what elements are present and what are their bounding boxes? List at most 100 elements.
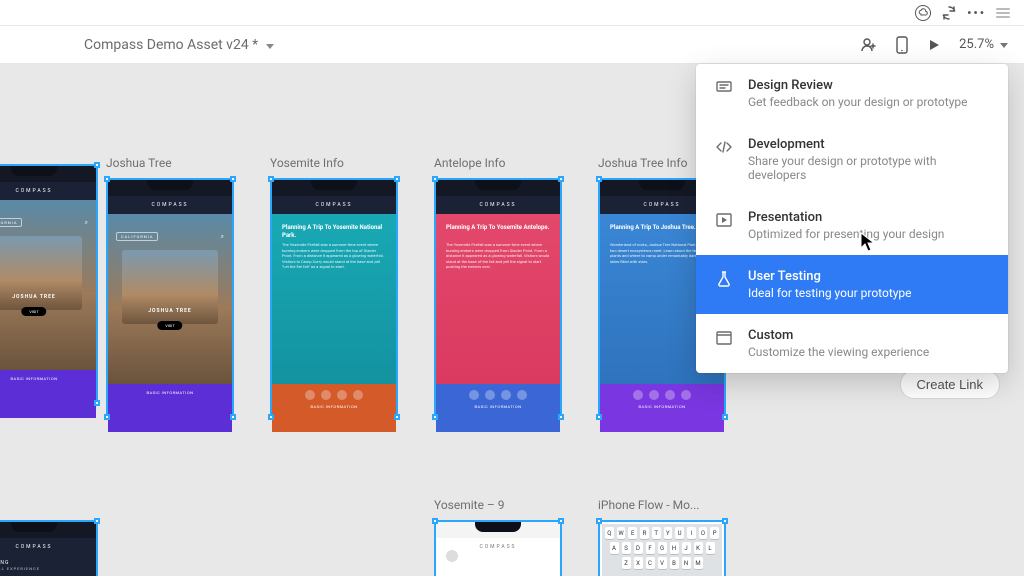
share-option-custom[interactable]: Custom Customize the viewing experience — [696, 314, 1008, 373]
mini-brand: COMPASS — [0, 538, 96, 556]
keyboard-key: N — [682, 557, 691, 569]
artboard[interactable]: Yosemite Info COMPASS Planning A Trip To… — [270, 156, 398, 418]
hero-blurb: The Yosemite Firefall was a summer-time … — [446, 242, 550, 270]
system-menubar: ••• — [0, 0, 1024, 26]
keyboard-key: T — [652, 527, 661, 539]
hero-blurb: The Yosemite Firefall was a summer-time … — [282, 242, 386, 270]
action-label: BASIC INFORMATION — [311, 404, 358, 409]
visit-button: VISIT — [21, 307, 46, 316]
keyboard-key: A — [610, 542, 619, 554]
create-link-button[interactable]: Create Link — [900, 370, 1000, 399]
comment-icon — [714, 78, 734, 98]
artboard[interactable]: Yosemite – 9 COMPASS — [434, 498, 562, 576]
artboard-label[interactable]: Joshua Tree — [106, 156, 234, 170]
card-title: JOSHUA TREE — [148, 308, 192, 314]
keyboard-key: O — [699, 527, 708, 539]
artboard-frame[interactable]: COMPASS CAMPINGFIREFALL EXPERIENCE — [0, 520, 98, 576]
keyboard-key: X — [634, 557, 643, 569]
zoom-value: 25.7% — [959, 37, 994, 52]
flask-icon — [714, 269, 734, 289]
share-option-title: Development — [748, 137, 990, 152]
hero-title: Planning A Trip To Yosemite Antelope. — [446, 224, 550, 232]
camping-label: CAMPINGFIREFALL EXPERIENCE — [0, 556, 96, 576]
action-label: BASIC INFORMATION — [11, 376, 58, 381]
create-link-label: Create Link — [917, 377, 983, 392]
share-option-presentation[interactable]: Presentation Optimized for presenting yo… — [696, 196, 1008, 255]
artboard-frame[interactable]: COMPASS Planning A Trip To Yosemite Ante… — [434, 178, 562, 418]
share-option-title: Design Review — [748, 78, 967, 93]
keyboard-key: B — [670, 557, 679, 569]
share-option-title: Custom — [748, 328, 929, 343]
artboard-frame[interactable]: COMPASS CALIFORNIA⌕ JOSHUA TREE VISIT BA… — [0, 164, 98, 404]
artboard-frame[interactable]: COMPASS — [434, 520, 562, 576]
artboard-label[interactable]: Yosemite – 9 — [434, 498, 562, 512]
keyboard-key: K — [694, 542, 703, 554]
keyboard-key: L — [706, 542, 715, 554]
share-option-subtitle: Share your design or prototype with deve… — [748, 154, 990, 182]
keyboard-key: R — [640, 527, 649, 539]
play-icon[interactable] — [927, 38, 941, 52]
keyboard-key: U — [675, 527, 684, 539]
artboard-label[interactable]: Bam! — [0, 498, 70, 512]
keyboard-key: D — [634, 542, 643, 554]
keyboard-key: E — [628, 527, 637, 539]
artboard[interactable]: COMPASS CALIFORNIA⌕ JOSHUA TREE VISIT BA… — [0, 156, 70, 418]
mini-brand: COMPASS — [108, 196, 232, 214]
artboard-row: COMPASS CALIFORNIA⌕ JOSHUA TREE VISIT BA… — [0, 156, 726, 418]
cursor-icon — [860, 232, 876, 252]
creative-cloud-icon[interactable] — [915, 5, 931, 21]
share-option-title: User Testing — [748, 269, 912, 284]
zoom-level[interactable]: 25.7% — [959, 37, 1008, 52]
code-icon — [714, 137, 734, 157]
chip: CALIFORNIA — [116, 232, 158, 241]
card-title: JOSHUA TREE — [12, 294, 56, 300]
artboard[interactable]: Antelope Info COMPASS Planning A Trip To… — [434, 156, 562, 418]
share-option-design-review[interactable]: Design Review Get feedback on your desig… — [696, 64, 1008, 123]
add-user-icon[interactable] — [859, 36, 877, 54]
action-label: BASIC INFORMATION — [639, 404, 686, 409]
keyboard-key: J — [682, 542, 691, 554]
action-label: BASIC INFORMATION — [475, 404, 522, 409]
mini-keyboard: QWERTYUIOP ASDFGHJKL ZXCVBNM — [602, 524, 722, 576]
artboard-frame[interactable]: QWERTYUIOP ASDFGHJKL ZXCVBNM — [598, 520, 726, 576]
share-option-user-testing[interactable]: User Testing Ideal for testing your prot… — [696, 255, 1008, 314]
artboard-label[interactable]: Yosemite Info — [270, 156, 398, 170]
document-title[interactable]: Compass Demo Asset v24 * — [84, 37, 274, 53]
keyboard-key: H — [670, 542, 679, 554]
share-option-title: Presentation — [748, 210, 944, 225]
keyboard-key: W — [617, 527, 626, 539]
more-icon[interactable]: ••• — [967, 6, 986, 20]
chevron-down-icon — [264, 37, 274, 53]
mini-brand: COMPASS — [272, 196, 396, 214]
artboard-label[interactable]: iPhone Flow - Mo... — [598, 498, 726, 512]
share-option-development[interactable]: Development Share your design or prototy… — [696, 123, 1008, 196]
keyboard-key: F — [646, 542, 655, 554]
chevron-down-icon — [1000, 37, 1008, 52]
artboard[interactable]: Joshua Tree COMPASS CALIFORNIA⌕ JOSHUA T… — [106, 156, 234, 418]
document-title-text: Compass Demo Asset v24 * — [84, 37, 258, 53]
list-icon[interactable] — [996, 8, 1010, 18]
play-box-icon — [714, 210, 734, 230]
keyboard-key: G — [658, 542, 667, 554]
keyboard-key: Z — [622, 557, 631, 569]
sync-icon[interactable] — [941, 5, 957, 21]
mini-brand: COMPASS — [436, 196, 560, 214]
device-preview-icon[interactable] — [895, 36, 909, 54]
keyboard-key: Q — [605, 527, 614, 539]
artboard[interactable]: iPhone Flow - Mo... QWERTYUIOP ASDFGHJKL… — [598, 498, 726, 576]
artboard-label[interactable]: Antelope Info — [434, 156, 562, 170]
keyboard-key: S — [622, 542, 631, 554]
artboard-frame[interactable]: COMPASS CALIFORNIA⌕ JOSHUA TREE VISIT BA… — [106, 178, 234, 418]
window-icon — [714, 328, 734, 348]
keyboard-key: C — [646, 557, 655, 569]
keyboard-key: I — [687, 527, 696, 539]
keyboard-key: V — [658, 557, 667, 569]
artboard-row: Bam! COMPASS CAMPINGFIREFALL EXPERIENCE … — [0, 498, 726, 576]
keyboard-key: M — [694, 557, 703, 569]
visit-button: VISIT — [157, 321, 182, 330]
hero-title: Planning A Trip To Yosemite National Par… — [282, 224, 386, 240]
keyboard-key: P — [710, 527, 719, 539]
action-label: BASIC INFORMATION — [147, 390, 194, 395]
artboard-frame[interactable]: COMPASS Planning A Trip To Yosemite Nati… — [270, 178, 398, 418]
artboard[interactable]: Bam! COMPASS CAMPINGFIREFALL EXPERIENCE — [0, 498, 70, 576]
